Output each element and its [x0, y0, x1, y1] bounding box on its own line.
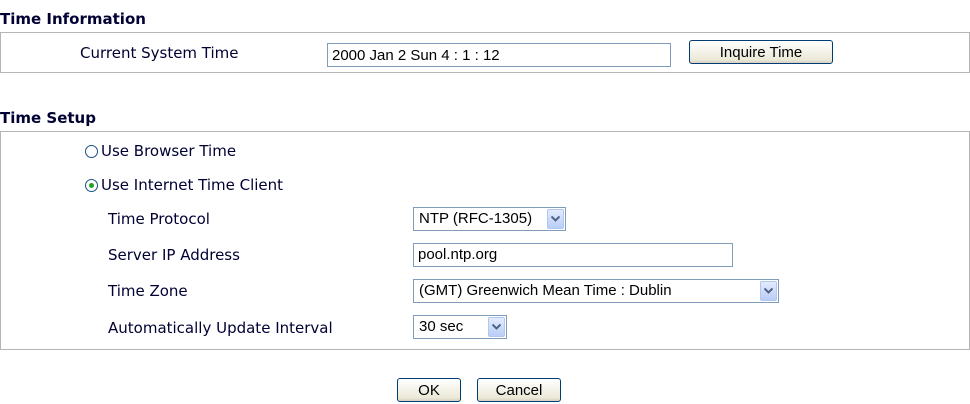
time-zone-label: Time Zone: [108, 282, 188, 300]
use-internet-time-client-option[interactable]: Use Internet Time Client: [85, 176, 345, 196]
ok-button[interactable]: OK: [397, 378, 461, 402]
chevron-down-icon[interactable]: [760, 281, 777, 301]
time-zone-value: (GMT) Greenwich Mean Time : Dublin: [419, 282, 672, 299]
time-zone-select[interactable]: (GMT) Greenwich Mean Time : Dublin: [413, 279, 779, 303]
use-browser-time-radio[interactable]: [85, 145, 98, 158]
chevron-down-icon[interactable]: [547, 209, 564, 229]
use-internet-time-client-label: Use Internet Time Client: [101, 176, 284, 194]
time-setup-panel: Use Browser Time Use Internet Time Clien…: [0, 131, 970, 350]
current-system-time-field[interactable]: 2000 Jan 2 Sun 4 : 1 : 12: [327, 43, 671, 67]
server-ip-address-input[interactable]: pool.ntp.org: [413, 243, 733, 267]
server-ip-address-label: Server IP Address: [108, 246, 240, 264]
use-browser-time-option[interactable]: Use Browser Time: [85, 142, 285, 162]
time-protocol-value: NTP (RFC-1305): [419, 210, 533, 227]
inquire-time-button[interactable]: Inquire Time: [689, 40, 833, 64]
current-system-time-label: Current System Time: [80, 44, 239, 62]
time-setup-title: Time Setup: [0, 109, 96, 127]
radio-selected-dot: [89, 183, 94, 188]
use-internet-time-client-radio[interactable]: [85, 179, 98, 192]
time-information-panel: Current System Time 2000 Jan 2 Sun 4 : 1…: [0, 32, 970, 73]
time-protocol-label: Time Protocol: [108, 210, 210, 228]
time-protocol-select[interactable]: NTP (RFC-1305): [413, 207, 566, 231]
use-browser-time-label: Use Browser Time: [101, 142, 237, 160]
chevron-down-icon[interactable]: [488, 317, 505, 337]
auto-update-interval-label: Automatically Update Interval: [108, 319, 333, 337]
auto-update-interval-value: 30 sec: [419, 318, 464, 335]
time-information-title: Time Information: [0, 10, 146, 28]
auto-update-interval-select[interactable]: 30 sec: [413, 315, 507, 339]
cancel-button[interactable]: Cancel: [477, 378, 561, 402]
